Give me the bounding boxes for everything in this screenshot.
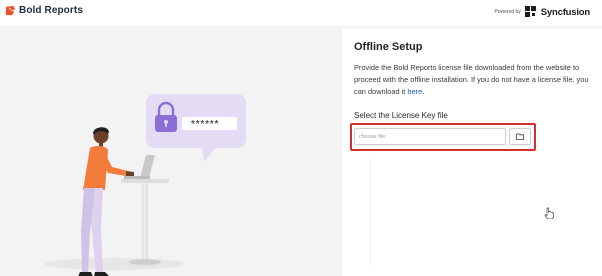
panel-description: Provide the Bold Reports license file do… — [354, 62, 594, 98]
syncfusion-logo-icon — [524, 6, 536, 17]
person-figure — [78, 127, 134, 276]
powered-by: Powered by Syncfusion — [494, 6, 590, 18]
panel-title: Offline Setup — [354, 41, 423, 53]
floor-shadow — [45, 258, 185, 270]
password-mask: ****** — [191, 119, 219, 130]
browse-file-button[interactable] — [509, 128, 531, 145]
powered-by-label: Powered by — [494, 9, 521, 15]
standing-table — [121, 179, 169, 265]
app-name: Bold Reports — [19, 5, 83, 16]
description-end: . — [422, 87, 425, 96]
offline-setup-panel: Offline Setup Provide the Bold Reports l… — [342, 29, 602, 276]
vendor-name: Syncfusion — [540, 6, 590, 18]
license-file-label: Select the License Key file — [354, 111, 448, 120]
description-text: Provide the Bold Reports license file do… — [354, 63, 589, 96]
folder-icon — [516, 133, 524, 140]
offline-illustration: ****** — [45, 94, 246, 276]
password-bubble: ****** — [146, 94, 246, 162]
app-window: Bold Reports Powered by Syncfusion *****… — [0, 0, 602, 276]
bold-reports-logo-icon — [5, 5, 16, 16]
top-header: Bold Reports Powered by Syncfusion — [0, 0, 602, 26]
license-file-input[interactable]: choose file — [354, 128, 506, 145]
divider-line — [370, 157, 371, 267]
illustration-area: ****** — [0, 26, 342, 276]
hand-cursor-icon — [544, 207, 554, 219]
download-license-link[interactable]: here — [407, 87, 422, 96]
brand-logo: Bold Reports — [5, 5, 83, 16]
